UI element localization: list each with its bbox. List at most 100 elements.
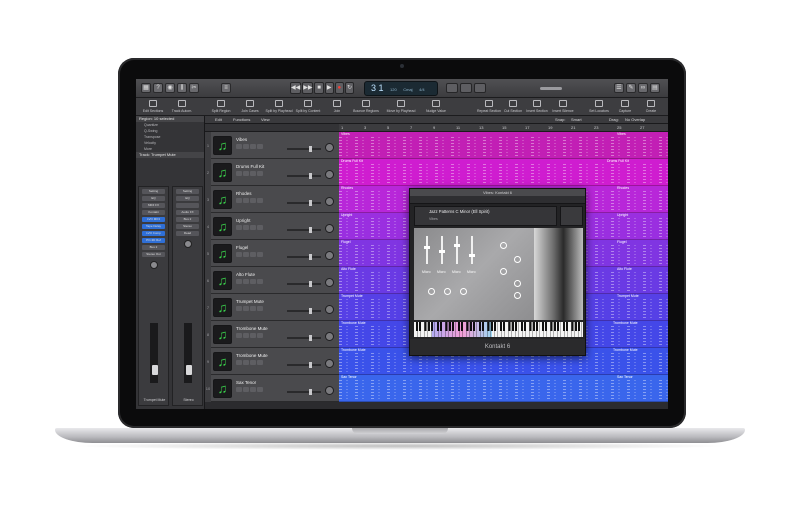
track-buttons[interactable] xyxy=(236,360,263,365)
track-pan-knob[interactable] xyxy=(325,224,334,233)
track-name[interactable]: Trombone Mute xyxy=(236,326,268,331)
tool-track-automation[interactable]: Track Autom. xyxy=(167,100,197,113)
tool-nudge-value[interactable]: Nudge Value xyxy=(421,100,451,113)
setting-slot[interactable]: Setting xyxy=(176,189,199,194)
help-button[interactable]: ? xyxy=(153,83,163,93)
track-name[interactable]: Trombone Mute xyxy=(236,353,268,358)
plugin-slot[interactable]: PO-3D Ref xyxy=(142,238,165,243)
pattern-icon[interactable] xyxy=(514,292,521,299)
track-buttons[interactable] xyxy=(236,279,263,284)
tool-move-by-playhead[interactable]: Move by Playhead xyxy=(386,100,416,113)
setting-slot[interactable]: Setting xyxy=(142,189,165,194)
rewind-icon[interactable]: ◀◀ xyxy=(290,82,302,94)
play-mode-icon[interactable] xyxy=(444,288,451,295)
track-volume-slider[interactable] xyxy=(287,335,321,341)
track-pan-knob[interactable] xyxy=(325,170,334,179)
editors-button[interactable]: ✂ xyxy=(189,83,199,93)
send-slot[interactable]: Bus 2 xyxy=(142,245,165,250)
track-header[interactable]: 9 ♫ Trombone Mute xyxy=(205,348,339,375)
menu-functions[interactable]: Functions xyxy=(233,116,250,124)
micro-slider[interactable] xyxy=(439,236,445,264)
track-buttons[interactable] xyxy=(236,144,263,149)
track-name[interactable]: Alto Flute xyxy=(236,272,255,277)
tool-split-by-content[interactable]: Split by Content xyxy=(293,100,323,113)
plugin-slot[interactable]: LVO Comp xyxy=(142,231,165,236)
metronome-button[interactable] xyxy=(474,83,486,93)
ruler[interactable]: 1 3 5 7 9 11 13 15 17 19 21 23 25 27 xyxy=(339,124,668,132)
tuner-button[interactable] xyxy=(446,83,458,93)
track-name[interactable]: Sax Tenor xyxy=(236,380,256,385)
track-volume-slider[interactable] xyxy=(287,227,321,233)
tool-split-region[interactable]: Split Region xyxy=(206,100,236,113)
pattern-icon[interactable] xyxy=(500,242,507,249)
snap-select[interactable]: Smart xyxy=(571,116,582,124)
count-in-button[interactable] xyxy=(460,83,472,93)
plugin-header-bar[interactable] xyxy=(410,196,585,204)
track-pan-knob[interactable] xyxy=(325,386,334,395)
midi-region[interactable]: Sax Tenor Sax Tenor xyxy=(339,375,668,402)
play-mode-icon[interactable] xyxy=(428,288,435,295)
track-name[interactable]: Upright xyxy=(236,218,251,223)
track-buttons[interactable] xyxy=(236,171,263,176)
track-volume-slider[interactable] xyxy=(287,389,321,395)
midi-region[interactable]: Vibes Vibes xyxy=(339,132,668,159)
master-volume-slider[interactable] xyxy=(540,87,562,90)
play-mode-icon[interactable] xyxy=(460,288,467,295)
tool-create[interactable]: Create xyxy=(636,100,666,113)
pan-knob[interactable] xyxy=(183,240,192,248)
automation-slot[interactable]: Read xyxy=(176,231,199,236)
track-volume-slider[interactable] xyxy=(287,173,321,179)
toolbar-button[interactable]: ≡ xyxy=(221,83,231,93)
pan-knob[interactable] xyxy=(149,261,158,269)
drag-select[interactable]: No Overlap xyxy=(625,116,645,124)
track-pan-knob[interactable] xyxy=(325,143,334,152)
track-inspector-header[interactable]: Track: Trumpet Mute xyxy=(136,152,204,158)
track-buttons[interactable] xyxy=(236,252,263,257)
track-volume-slider[interactable] xyxy=(287,308,321,314)
pattern-icon[interactable] xyxy=(514,256,521,263)
browser-button[interactable]: ▤ xyxy=(650,83,660,93)
midi-region[interactable]: Drums Full Kit Drums Full Kit xyxy=(339,159,668,186)
tool-insert-silence[interactable]: Insert Silence xyxy=(548,100,578,113)
track-header[interactable]: 2 ♫ Drums Full Kit xyxy=(205,159,339,186)
mixer-button[interactable]: ⫼ xyxy=(177,83,187,93)
track-header[interactable]: 7 ♫ Trumpet Mute xyxy=(205,294,339,321)
output-slot[interactable]: Stereo Out xyxy=(142,252,165,257)
notepad-button[interactable]: ✎ xyxy=(626,83,636,93)
lcd-display[interactable]: 3 1 120 Cmaj 4/4 xyxy=(364,81,438,96)
plugin-slot[interactable]: Tape Delay xyxy=(142,224,165,229)
track-pan-knob[interactable] xyxy=(325,305,334,314)
empty-slot[interactable] xyxy=(176,203,199,208)
track-volume-slider[interactable] xyxy=(287,281,321,287)
micro-slider[interactable] xyxy=(469,236,475,264)
plugin-slot[interactable]: LVO MK3 xyxy=(142,217,165,222)
tool-split-by-playhead[interactable]: Split by Playhead xyxy=(264,100,294,113)
track-header[interactable]: 8 ♫ Trombone Mute xyxy=(205,321,339,348)
piano-keyboard[interactable] xyxy=(414,322,583,337)
pattern-icon[interactable] xyxy=(514,280,521,287)
pattern-icon[interactable] xyxy=(500,268,507,275)
track-volume-slider[interactable] xyxy=(287,362,321,368)
tool-join-cases[interactable]: Join Cases xyxy=(235,100,265,113)
track-pan-knob[interactable] xyxy=(325,197,334,206)
volume-fader[interactable] xyxy=(186,365,192,375)
library-button[interactable]: ▦ xyxy=(141,83,151,93)
instrument-side-controls[interactable] xyxy=(560,206,583,226)
micro-slider[interactable] xyxy=(424,236,430,264)
loop-browser-button[interactable]: ∞ xyxy=(638,83,648,93)
track-header[interactable]: 3 ♫ Rhodes xyxy=(205,186,339,213)
track-header[interactable]: 6 ♫ Alto Flute xyxy=(205,267,339,294)
instrument-header[interactable]: Jazz Patterns C Minor (Ell Spirit) Vibes xyxy=(414,206,557,226)
track-name[interactable]: Trumpet Mute xyxy=(236,299,264,304)
track-buttons[interactable] xyxy=(236,306,263,311)
micro-slider[interactable] xyxy=(454,236,460,264)
track-header[interactable]: 5 ♫ Flugel xyxy=(205,240,339,267)
send-slot[interactable]: Bus 2 xyxy=(176,217,199,222)
audio-fx-slot[interactable]: Audio FX xyxy=(176,210,199,215)
track-pan-knob[interactable] xyxy=(325,332,334,341)
output-slot[interactable]: Stereo xyxy=(176,224,199,229)
list-editors-button[interactable]: ☰ xyxy=(614,83,624,93)
record-icon[interactable]: ● xyxy=(334,82,344,94)
track-volume-slider[interactable] xyxy=(287,146,321,152)
track-name[interactable]: Vibes xyxy=(236,137,247,142)
